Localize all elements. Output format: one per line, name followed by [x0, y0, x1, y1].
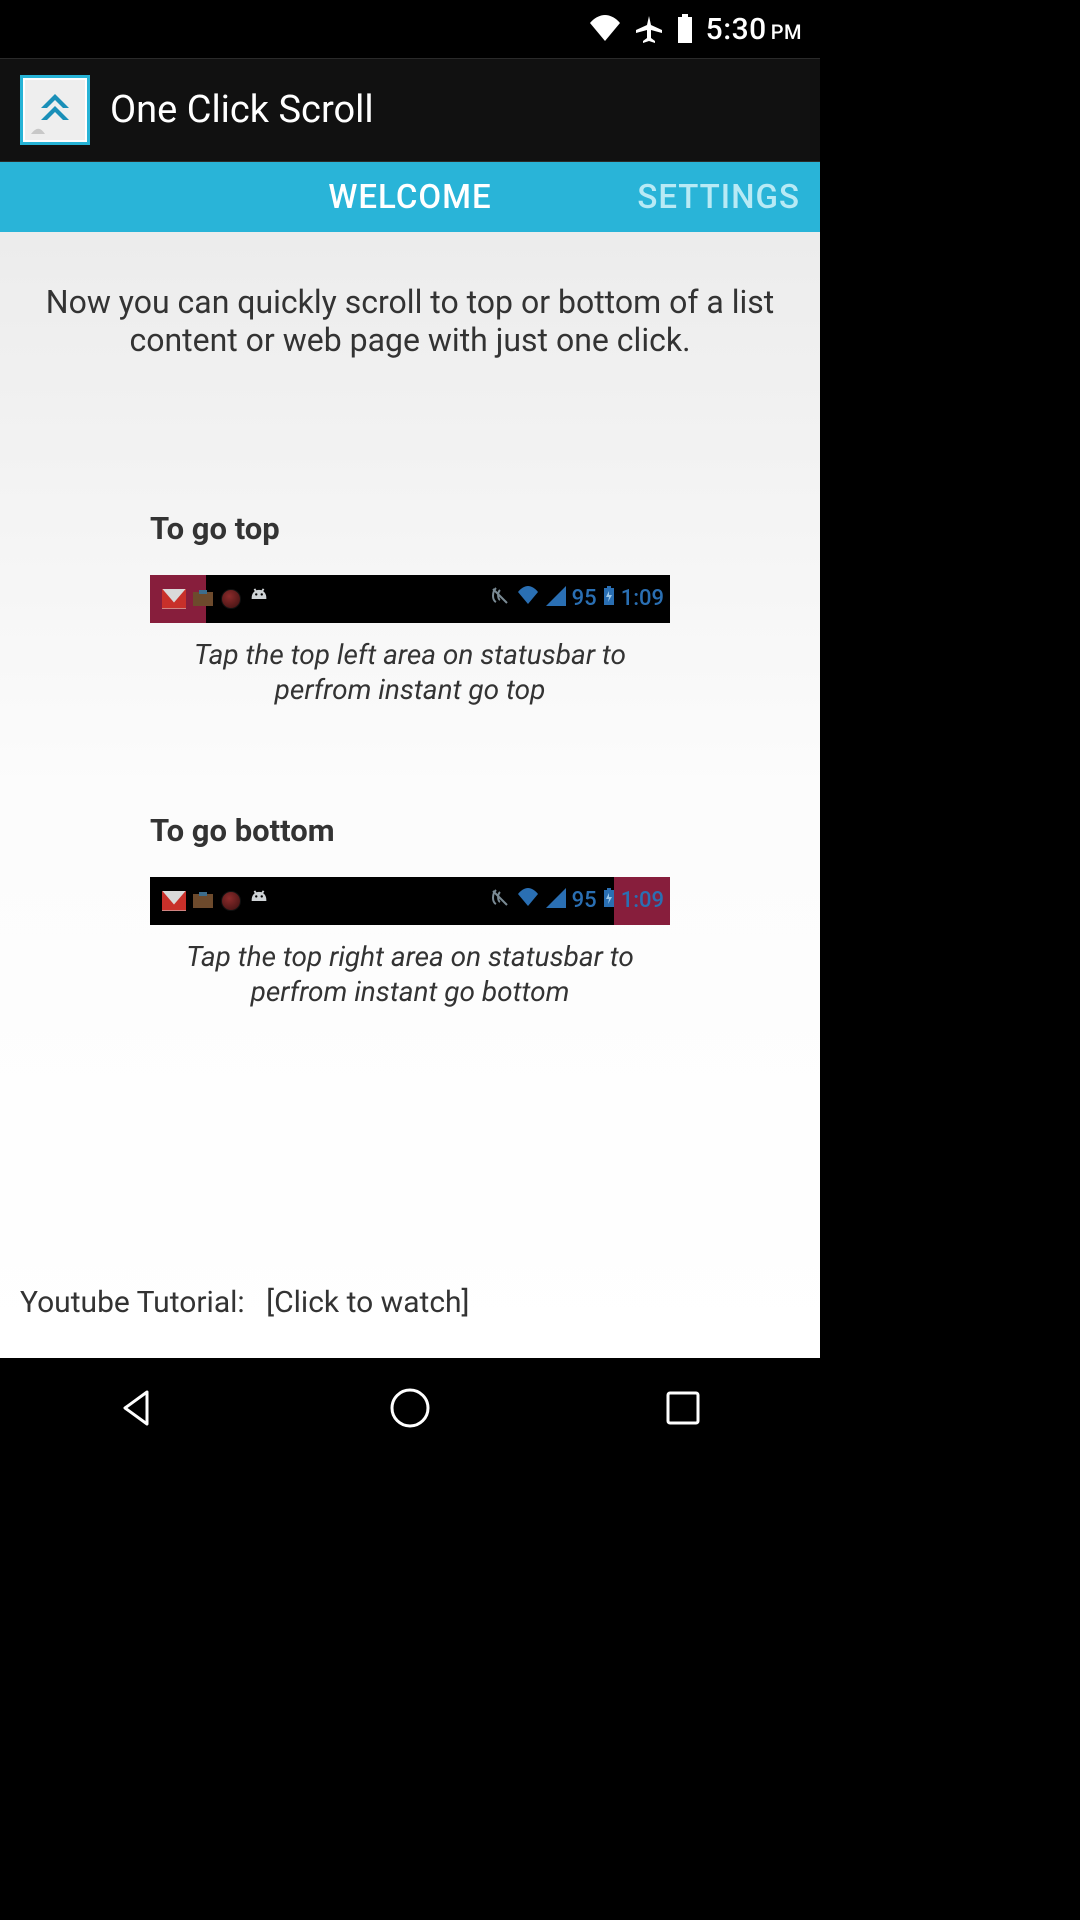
vibrate-icon — [490, 888, 510, 914]
tab-settings[interactable]: SETTINGS — [615, 162, 822, 232]
airplane-mode-icon — [634, 14, 664, 44]
go-bottom-caption: Tap the top right area on statusbar to p… — [150, 939, 670, 1009]
go-bottom-title: To go bottom — [150, 812, 670, 849]
go-bottom-illustration: 95 1:09 — [150, 877, 670, 925]
section-go-bottom: To go bottom — [40, 812, 780, 1009]
wifi-icon — [588, 15, 622, 43]
vibrate-icon — [490, 586, 510, 612]
main-content: Now you can quickly scroll to top or bot… — [0, 232, 820, 1358]
tab-welcome[interactable]: WELCOME — [306, 162, 513, 232]
notification-icon — [192, 890, 214, 912]
android-icon — [248, 588, 270, 610]
tutorial-link[interactable]: [Click to watch] — [266, 1285, 469, 1320]
home-button[interactable] — [383, 1381, 437, 1435]
intro-text: Now you can quickly scroll to top or bot… — [40, 284, 780, 360]
app-title: One Click Scroll — [110, 88, 374, 132]
section-go-top: To go top — [40, 510, 780, 707]
status-time-value: 5:30 — [706, 12, 767, 47]
signal-icon — [546, 888, 566, 914]
mock-battery-percent: 95 — [572, 586, 597, 611]
mock-time: 1:09 — [621, 888, 664, 913]
action-bar: One Click Scroll — [0, 58, 820, 162]
navigation-bar — [0, 1358, 820, 1458]
signal-icon — [546, 586, 566, 612]
round-icon — [220, 890, 242, 912]
status-time: 5:30 PM — [706, 12, 802, 47]
gmail-icon — [162, 891, 186, 911]
notification-icon — [192, 588, 214, 610]
go-top-title: To go top — [150, 510, 670, 547]
status-time-period: PM — [771, 20, 802, 44]
wifi-small-icon — [516, 888, 540, 914]
gmail-icon — [162, 589, 186, 609]
recent-apps-button[interactable] — [656, 1381, 710, 1435]
round-icon — [220, 588, 242, 610]
mock-battery-percent: 95 — [572, 888, 597, 913]
battery-small-icon — [603, 888, 615, 914]
tab-strip: WELCOME SETTINGS — [0, 162, 820, 232]
app-icon — [20, 75, 90, 145]
tutorial-label: Youtube Tutorial: — [20, 1285, 245, 1320]
tutorial-row: Youtube Tutorial: [Click to watch] — [20, 1285, 470, 1320]
back-button[interactable] — [110, 1381, 164, 1435]
system-status-bar: 5:30 PM — [0, 0, 820, 58]
go-top-illustration: 95 1:09 — [150, 575, 670, 623]
wifi-small-icon — [516, 586, 540, 612]
battery-icon — [676, 14, 694, 44]
android-icon — [248, 890, 270, 912]
mock-time: 1:09 — [621, 586, 664, 611]
battery-small-icon — [603, 586, 615, 612]
go-top-caption: Tap the top left area on statusbar to pe… — [150, 637, 670, 707]
